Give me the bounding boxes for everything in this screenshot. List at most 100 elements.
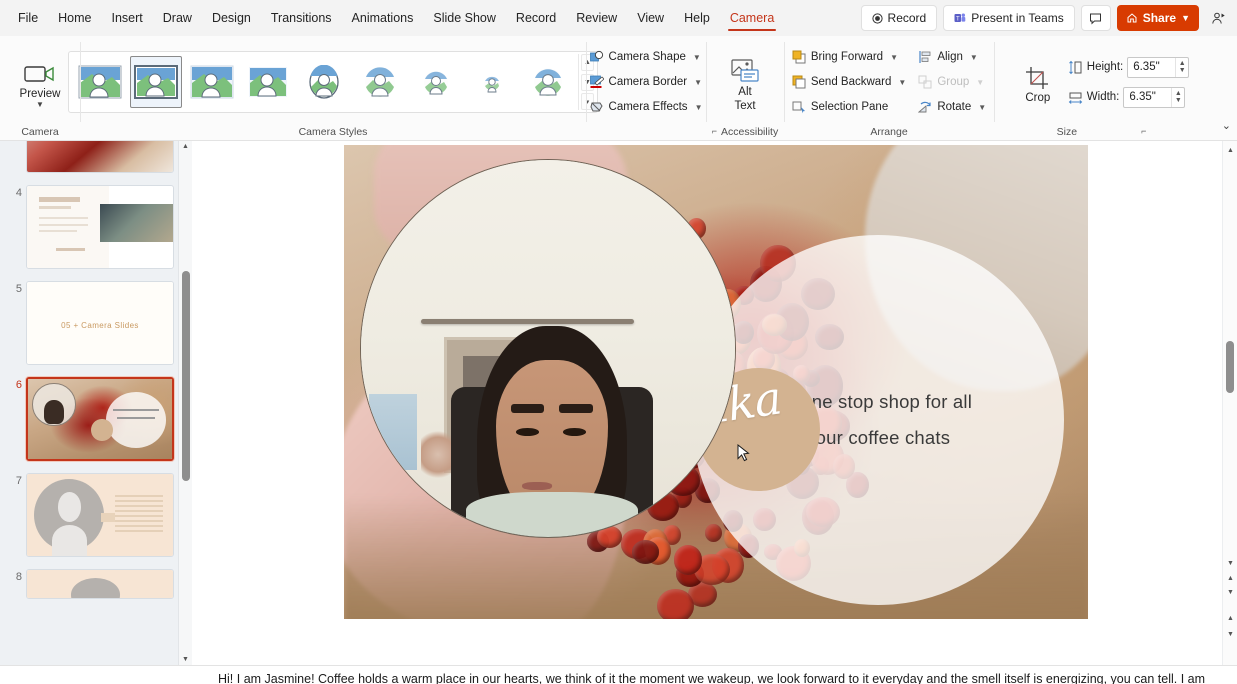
thumbnail-card-6[interactable] bbox=[26, 377, 174, 461]
record-label: Record bbox=[887, 11, 927, 25]
camera-style-5[interactable] bbox=[298, 56, 350, 108]
scrollbar-thumb[interactable] bbox=[182, 271, 190, 481]
chevron-down-icon[interactable]: ▼ bbox=[890, 53, 898, 62]
camera-effects-label: Camera Effects bbox=[608, 101, 688, 113]
slide-canvas[interactable]: A one stop shop for all your coffee chat… bbox=[192, 141, 1237, 665]
send-backward-label: Send Backward bbox=[810, 76, 892, 88]
tab-record[interactable]: Record bbox=[506, 6, 566, 30]
tab-animations[interactable]: Animations bbox=[342, 6, 424, 30]
camera-style-7[interactable] bbox=[410, 56, 462, 108]
chevron-down-icon[interactable]: ▼ bbox=[695, 103, 703, 112]
slide-thumbnail-pane[interactable]: 3 4 5 05 + Camera Slides bbox=[0, 141, 192, 665]
tab-insert[interactable]: Insert bbox=[102, 6, 153, 30]
chevron-down-icon[interactable]: ▼ bbox=[694, 78, 702, 87]
notes-pane[interactable]: Hi! I am Jasmine! Coffee holds a warm pl… bbox=[0, 665, 1237, 684]
canvas-scrollbar[interactable]: ▲ ▼ ▲ ▼ ▲ ▼ bbox=[1222, 141, 1237, 665]
collapse-ribbon-button[interactable]: ⌄ bbox=[1222, 119, 1231, 132]
share-label: Share bbox=[1142, 11, 1177, 25]
selection-pane-button[interactable]: Selection Pane bbox=[788, 96, 910, 118]
canvas-scroll-down-icon[interactable]: ▼ bbox=[1223, 556, 1237, 570]
ribbon: Preview ▼ Camera ▲ ▼ ▾ Camera Styles Cam… bbox=[0, 36, 1237, 141]
crop-button[interactable]: Crop bbox=[1014, 60, 1062, 104]
scroll-up-icon[interactable]: ▲ bbox=[182, 143, 189, 150]
record-button[interactable]: Record bbox=[860, 5, 938, 31]
canvas-scroll-up-icon[interactable]: ▲ bbox=[1223, 143, 1237, 157]
canvas-scrollbar-thumb[interactable] bbox=[1226, 341, 1234, 393]
tab-draw[interactable]: Draw bbox=[153, 6, 202, 30]
preview-button[interactable]: Preview ▼ bbox=[9, 56, 71, 109]
width-stepper[interactable]: ▲ ▼ bbox=[1171, 87, 1184, 107]
camera-border-button[interactable]: Camera Border ▼ bbox=[586, 71, 707, 93]
rotate-button[interactable]: Rotate ▼ bbox=[914, 96, 990, 118]
camera-style-1[interactable] bbox=[74, 56, 126, 108]
share-button[interactable]: Share ▼ bbox=[1116, 5, 1199, 31]
thumbnail-slide-6[interactable]: 6 bbox=[0, 371, 192, 467]
camera-styles-gallery[interactable]: ▲ ▼ ▾ bbox=[68, 51, 598, 113]
chevron-down-icon[interactable]: ▼ bbox=[978, 103, 986, 112]
tab-camera[interactable]: Camera bbox=[720, 6, 784, 31]
comments-button[interactable] bbox=[1080, 5, 1111, 31]
tab-slide-show[interactable]: Slide Show bbox=[423, 6, 506, 30]
thumbnail-card-3[interactable] bbox=[26, 141, 174, 173]
height-value: 6.35" bbox=[1133, 61, 1160, 73]
scroll-down-icon[interactable]: ▼ bbox=[182, 656, 189, 663]
alt-text-button[interactable]: Alt Text bbox=[714, 52, 776, 112]
thumbnail-card-8[interactable] bbox=[26, 569, 174, 599]
catch-up-button[interactable] bbox=[1205, 5, 1231, 31]
record-icon bbox=[871, 12, 883, 24]
tab-transitions[interactable]: Transitions bbox=[261, 6, 342, 30]
height-label: Height: bbox=[1086, 61, 1124, 73]
size-dialog-launcher[interactable]: ⌐ bbox=[1141, 126, 1146, 136]
thumbnail-slide-5[interactable]: 5 05 + Camera Slides bbox=[0, 275, 192, 371]
canvas-scroll-up-icon-2[interactable]: ▲ bbox=[1223, 611, 1237, 625]
width-input[interactable]: 6.35" ▲ ▼ bbox=[1123, 86, 1186, 108]
camera-style-4[interactable] bbox=[242, 56, 294, 108]
thumbnail-scrollbar[interactable]: ▲ ▼ bbox=[178, 141, 192, 665]
next-slide-icon[interactable]: ▼ bbox=[1223, 585, 1237, 599]
accessibility-dialog-launcher[interactable]: ⌐ bbox=[712, 126, 717, 136]
camera-style-8[interactable] bbox=[466, 56, 518, 108]
tab-view[interactable]: View bbox=[627, 6, 674, 30]
thumbnail-slide-3[interactable]: 3 bbox=[0, 141, 192, 179]
thumbnail-slide-4[interactable]: 4 bbox=[0, 179, 192, 275]
thumbnail-card-5[interactable]: 05 + Camera Slides bbox=[26, 281, 174, 365]
group-label-camera-styles: Camera Styles bbox=[298, 126, 368, 138]
tab-file[interactable]: File bbox=[8, 6, 48, 30]
tab-review[interactable]: Review bbox=[566, 6, 627, 30]
chevron-down-icon[interactable]: ▼ bbox=[693, 53, 701, 62]
height-stepper[interactable]: ▲ ▼ bbox=[1175, 57, 1188, 77]
tab-design[interactable]: Design bbox=[202, 6, 261, 30]
send-backward-button[interactable]: Send Backward ▼ bbox=[788, 71, 910, 93]
slide-editing-surface[interactable]: A one stop shop for all your coffee chat… bbox=[344, 145, 1088, 619]
notes-text: Hi! I am Jasmine! Coffee holds a warm pl… bbox=[218, 672, 1206, 684]
tab-help[interactable]: Help bbox=[674, 6, 720, 30]
align-label: Align bbox=[937, 51, 963, 63]
camera-style-2[interactable] bbox=[130, 56, 182, 108]
thumbnail-slide-8[interactable]: 8 bbox=[0, 563, 192, 605]
height-input[interactable]: 6.35" ▲ ▼ bbox=[1127, 56, 1190, 78]
align-button[interactable]: Align ▼ bbox=[914, 46, 990, 68]
thumbnail-card-7[interactable] bbox=[26, 473, 174, 557]
bring-forward-label: Bring Forward bbox=[810, 51, 884, 63]
camera-style-9[interactable] bbox=[522, 56, 574, 108]
tab-home[interactable]: Home bbox=[48, 6, 101, 30]
camera-border-icon bbox=[589, 75, 604, 89]
thumbnail-card-4[interactable] bbox=[26, 185, 174, 269]
width-control: Width: 6.35" ▲ ▼ bbox=[1068, 85, 1189, 109]
preview-dropdown-icon[interactable]: ▼ bbox=[36, 101, 44, 109]
camera-video-feed[interactable] bbox=[360, 159, 737, 539]
canvas-scroll-down-icon-2[interactable]: ▼ bbox=[1223, 627, 1237, 641]
camera-effects-button[interactable]: Camera Effects ▼ bbox=[586, 96, 707, 118]
previous-slide-icon[interactable]: ▲ bbox=[1223, 571, 1237, 585]
bring-forward-button[interactable]: Bring Forward ▼ bbox=[788, 46, 910, 68]
camera-curtain-rod bbox=[421, 318, 635, 324]
present-in-teams-button[interactable]: T Present in Teams bbox=[943, 5, 1075, 31]
chevron-down-icon[interactable]: ▼ bbox=[898, 78, 906, 87]
chevron-down-icon[interactable]: ▼ bbox=[970, 53, 978, 62]
thumbnail-slide-7[interactable]: 7 bbox=[0, 467, 192, 563]
catch-up-icon bbox=[1211, 11, 1226, 26]
camera-shape-button[interactable]: Camera Shape ▼ bbox=[586, 46, 707, 68]
camera-style-3[interactable] bbox=[186, 56, 238, 108]
camera-effects-icon bbox=[589, 100, 604, 114]
camera-style-6[interactable] bbox=[354, 56, 406, 108]
